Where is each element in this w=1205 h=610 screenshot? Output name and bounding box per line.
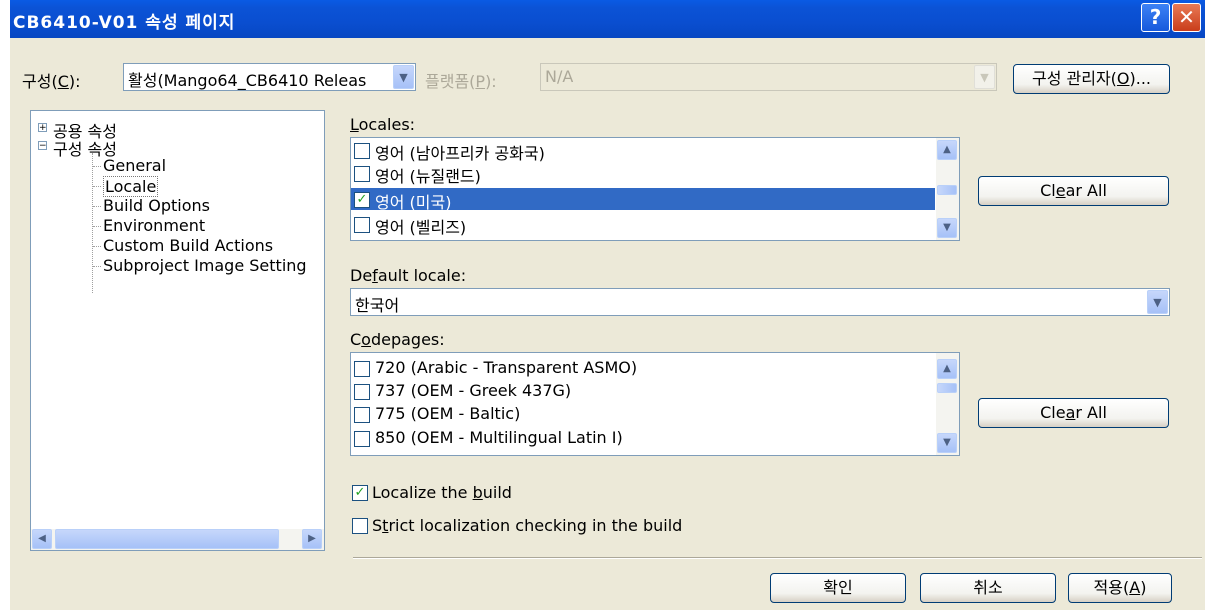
locales-list[interactable]: 영어 (남아프리카 공화국) 영어 (뉴질랜드) ✓ 영어 (미국) 영어 (벨리… xyxy=(350,137,960,241)
divider xyxy=(353,557,1202,559)
scroll-right-icon[interactable]: ▶ xyxy=(302,529,322,549)
config-manager-button[interactable]: 구성 관리자(O)... xyxy=(1013,64,1170,94)
codepages-label: Codepages: xyxy=(350,330,445,349)
list-item[interactable]: 720 (Arabic - Transparent ASMO) xyxy=(351,357,935,379)
list-item[interactable]: 850 (OEM - Multilingual Latin I) xyxy=(351,427,935,449)
list-item[interactable]: 영어 (벨리즈) xyxy=(351,213,935,237)
localize-build-label: Localize the build xyxy=(372,483,512,502)
checkbox[interactable] xyxy=(354,407,370,423)
locales-clear-all-button[interactable]: Clear All xyxy=(978,176,1169,206)
scroll-thumb[interactable] xyxy=(937,383,957,393)
cancel-button[interactable]: 취소 xyxy=(920,573,1056,603)
codepages-scrollbar[interactable]: ▲ ▼ xyxy=(936,353,959,455)
scroll-down-icon[interactable]: ▼ xyxy=(937,433,957,453)
apply-button[interactable]: 적용(A) xyxy=(1068,573,1172,603)
platform-select: N/A ▼ xyxy=(540,63,997,91)
config-label: 구성(C): xyxy=(22,72,81,91)
checkbox[interactable] xyxy=(354,166,370,182)
codepages-list[interactable]: 720 (Arabic - Transparent ASMO) 737 (OEM… xyxy=(350,352,960,456)
locales-scrollbar[interactable]: ▲ ▼ xyxy=(936,138,959,240)
scroll-thumb[interactable] xyxy=(55,529,279,549)
checkbox[interactable] xyxy=(354,384,370,400)
list-item[interactable]: 737 (OEM - Greek 437G) xyxy=(351,380,935,402)
codepages-clear-all-button[interactable]: Clear All xyxy=(978,398,1169,428)
window-title: CB6410-V01 속성 페이지 xyxy=(13,13,236,33)
platform-label: 플랫폼(P): xyxy=(425,72,497,91)
property-tree[interactable]: + 공용 속성 − 구성 속성 General Locale Build Opt… xyxy=(30,110,325,551)
list-item[interactable]: 영어 (뉴질랜드) xyxy=(351,162,935,186)
default-locale-select[interactable]: 한국어 ▼ xyxy=(350,288,1170,316)
checkbox[interactable] xyxy=(352,518,368,534)
config-select[interactable]: 활성(Mango64_CB6410 Releas ▼ xyxy=(123,63,416,91)
chevron-down-icon: ▼ xyxy=(974,65,995,89)
scroll-up-icon[interactable]: ▲ xyxy=(937,359,957,379)
list-item[interactable]: 775 (OEM - Baltic) xyxy=(351,403,935,425)
tree-line xyxy=(92,153,93,293)
scroll-left-icon[interactable]: ◀ xyxy=(32,529,52,549)
checkbox[interactable] xyxy=(354,361,370,377)
checkbox-checked[interactable]: ✓ xyxy=(354,192,370,208)
scroll-down-icon[interactable]: ▼ xyxy=(937,218,957,238)
chevron-down-icon[interactable]: ▼ xyxy=(1147,290,1168,314)
scroll-thumb[interactable] xyxy=(937,185,957,195)
checkbox-checked[interactable]: ✓ xyxy=(352,485,368,501)
chevron-down-icon[interactable]: ▼ xyxy=(393,65,414,89)
checkbox[interactable] xyxy=(354,143,370,159)
strict-localization-label: Strict localization checking in the buil… xyxy=(372,516,683,535)
checkbox[interactable] xyxy=(354,431,370,447)
ok-button[interactable]: 확인 xyxy=(770,573,906,603)
tree-horizontal-scrollbar[interactable]: ◀ ▶ xyxy=(31,529,324,550)
list-item-selected[interactable]: ✓ 영어 (미국) xyxy=(351,188,935,212)
expand-icon[interactable]: + xyxy=(38,123,47,133)
checkbox[interactable] xyxy=(354,217,370,233)
close-button[interactable]: ✕ xyxy=(1172,3,1201,32)
collapse-icon[interactable]: − xyxy=(38,141,47,151)
default-locale-label: Default locale: xyxy=(350,266,467,285)
properties-dialog: CB6410-V01 속성 페이지 ? ✕ 구성(C): 활성(Mango64_… xyxy=(10,0,1205,610)
locales-label: Locales: xyxy=(350,115,416,134)
list-item[interactable]: 영어 (남아프리카 공화국) xyxy=(351,139,935,163)
title-bar[interactable]: CB6410-V01 속성 페이지 ? ✕ xyxy=(10,0,1205,38)
help-button[interactable]: ? xyxy=(1141,3,1170,32)
scroll-up-icon[interactable]: ▲ xyxy=(937,140,957,160)
